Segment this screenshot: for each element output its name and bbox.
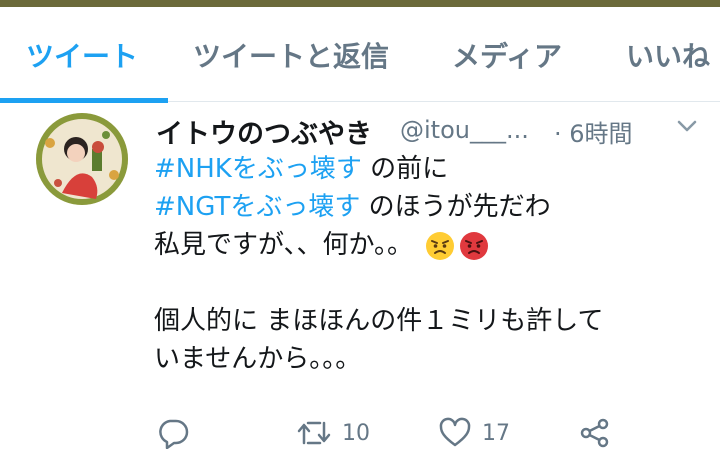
tweet-time[interactable]: · 6時間 [554,114,633,149]
active-tab-indicator [0,98,168,103]
tweet-line: #NGTをぶっ壊す のほうが先だわ [154,188,694,226]
retweet-count: 10 [342,420,370,446]
reply-button[interactable] [156,417,200,449]
tweet-line: #NHKをぶっ壊す の前に [154,150,694,188]
share-icon [580,418,609,448]
share-button[interactable] [578,417,612,449]
profile-tabs: ツイート ツイートと返信 メディア いいね [0,7,720,103]
tab-media[interactable]: メディア [452,35,562,75]
tab-likes[interactable]: いいね [626,35,710,75]
reply-icon [159,419,189,449]
tweet-text-segment: 私見ですが、、何か。。 [154,230,413,260]
avatar-image [36,113,128,205]
pouting-face-icon [460,231,489,260]
tweet-text-segment: いませんから。。。 [154,344,362,374]
tweet-text-segment: 個人的に まほほんの件１ミリも許して [154,306,604,336]
tweet-line: 個人的に まほほんの件１ミリも許して [154,302,694,340]
status-bar-strip [0,0,720,7]
heart-icon [439,417,471,447]
avatar[interactable] [36,113,128,205]
tweet-actions: 10 17 [156,417,656,453]
tweet-line: 私見ですが、、何か。。 [154,226,694,264]
like-count: 17 [482,420,510,446]
display-name[interactable]: イトウのつぶやき [156,112,372,151]
like-button[interactable]: 17 [438,417,510,449]
chevron-down-icon[interactable] [676,118,698,134]
tab-tweets-and-replies[interactable]: ツイートと返信 [193,35,389,75]
tweet-line [154,264,694,302]
retweet-icon [297,421,331,445]
tweet-text: #NHKをぶっ壊す の前に #NGTをぶっ壊す のほうが先だわ 私見ですが、、何… [154,150,694,378]
tweet-header: イトウのつぶやき @itou___... · 6時間 [156,112,698,151]
user-handle[interactable]: @itou___... [400,116,529,144]
tweet-text-segment: の前に [361,154,449,184]
tweet-line: いませんから。。。 [154,340,694,378]
hashtag-link[interactable]: #NHKをぶっ壊す [154,154,362,184]
hashtag-link[interactable]: #NGTをぶっ壊す [154,192,360,222]
retweet-button[interactable]: 10 [296,417,370,449]
tab-tweets[interactable]: ツイート [26,35,138,75]
angry-face-icon [426,231,455,260]
tweet-text-segment: のほうが先だわ [360,192,551,222]
